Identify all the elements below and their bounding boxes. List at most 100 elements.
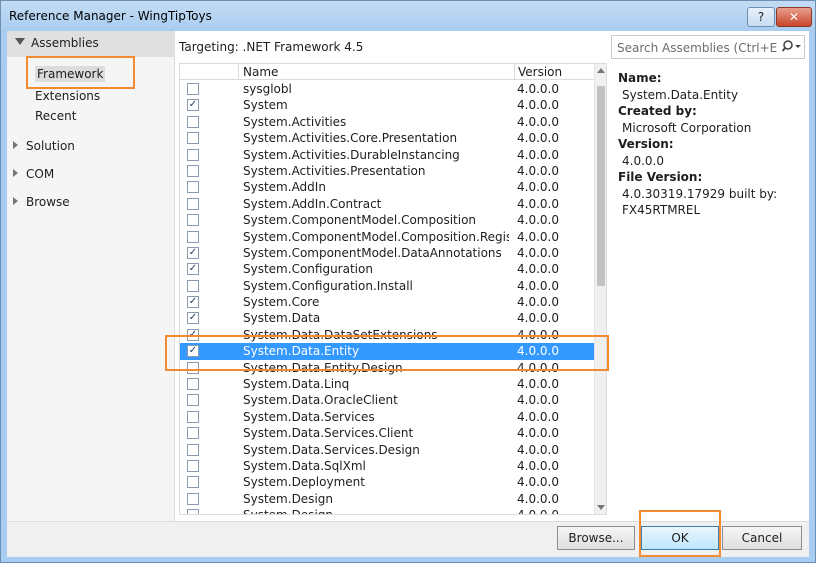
- version-column-header[interactable]: Version: [514, 64, 594, 80]
- check-icon: ✓: [188, 296, 198, 308]
- row-checkbox[interactable]: [187, 181, 199, 194]
- table-row[interactable]: System.Data.OracleClient 4.0.0.0: [180, 392, 594, 408]
- row-checkbox[interactable]: [187, 115, 199, 128]
- row-name: System.ComponentModel.Composition.Regist…: [243, 229, 509, 244]
- table-row[interactable]: ✓ System 4.0.0.0: [180, 97, 594, 113]
- row-name: System.Configuration: [243, 262, 373, 277]
- row-version: 4.0.0.0: [517, 442, 559, 457]
- row-version: 4.0.0.0: [517, 114, 559, 129]
- row-version: 4.0.0.0: [517, 491, 559, 506]
- browse-button[interactable]: Browse...: [557, 526, 635, 550]
- table-row[interactable]: System.Data.Services 4.0.0.0: [180, 409, 594, 425]
- table-row[interactable]: System.Activities.Core.Presentation 4.0.0…: [180, 130, 594, 146]
- row-checkbox[interactable]: [187, 427, 199, 440]
- row-checkbox[interactable]: [187, 476, 199, 489]
- table-row[interactable]: System.Configuration.Install 4.0.0.0: [180, 278, 594, 294]
- row-checkbox[interactable]: [187, 492, 199, 505]
- row-name: System.Activities.DurableInstancing: [243, 147, 460, 162]
- table-row[interactable]: ✓ System.Core 4.0.0.0: [180, 294, 594, 310]
- detail-created-by-label: Created by:: [618, 104, 697, 118]
- check-icon: ✓: [188, 246, 198, 258]
- table-row[interactable]: System.Data.Services.Design 4.0.0.0: [180, 442, 594, 458]
- row-name: System.Data: [243, 311, 321, 326]
- row-name: System.Configuration.Install: [243, 278, 413, 293]
- expand-arrow-icon: [13, 141, 18, 149]
- table-row[interactable]: System.Data.SqlXml 4.0.0.0: [180, 458, 594, 474]
- row-checkbox[interactable]: ✓: [187, 296, 199, 309]
- scroll-up-icon[interactable]: [597, 68, 605, 73]
- row-version: 4.0.0.0: [517, 311, 559, 326]
- row-checkbox[interactable]: [187, 214, 199, 227]
- row-name: System: [243, 98, 288, 113]
- detail-name-value: System.Data.Entity: [622, 87, 739, 102]
- nav-group-label: COM: [26, 167, 55, 181]
- row-checkbox[interactable]: [187, 394, 199, 407]
- row-checkbox[interactable]: [187, 509, 199, 514]
- row-version: 4.0.0.0: [517, 180, 559, 195]
- expand-caret-icon: [15, 38, 25, 45]
- row-checkbox[interactable]: ✓: [187, 312, 199, 325]
- help-button[interactable]: ?: [747, 7, 775, 27]
- table-row[interactable]: ✓ System.Data 4.0.0.0: [180, 310, 594, 326]
- table-row[interactable]: System.Design 4.0.0.0: [180, 491, 594, 507]
- row-version: 4.0.0.0: [517, 262, 559, 277]
- row-checkbox[interactable]: [187, 197, 199, 210]
- row-checkbox[interactable]: ✓: [187, 263, 199, 276]
- nav-group-browse[interactable]: Browse: [13, 195, 70, 209]
- row-version: 4.0.0.0: [517, 295, 559, 310]
- scroll-down-icon[interactable]: [597, 505, 605, 510]
- table-row[interactable]: sysglobl 4.0.0.0: [180, 81, 594, 97]
- row-version: 4.0.0.0: [517, 377, 559, 392]
- row-checkbox[interactable]: [187, 164, 199, 177]
- scroll-thumb[interactable]: [597, 86, 605, 286]
- row-checkbox[interactable]: [187, 83, 199, 95]
- row-version: 4.0.0.0: [517, 426, 559, 441]
- table-row[interactable]: System.Deployment 4.0.0.0: [180, 474, 594, 490]
- expand-arrow-icon: [13, 169, 18, 177]
- row-name: System.ComponentModel.Composition: [243, 213, 477, 228]
- table-row[interactable]: ✓ System.Configuration 4.0.0.0: [180, 261, 594, 277]
- table-row[interactable]: System.Activities.DurableInstancing 4.0.0…: [180, 147, 594, 163]
- cancel-button[interactable]: Cancel: [722, 526, 802, 550]
- row-checkbox[interactable]: [187, 378, 199, 391]
- nav-group-solution[interactable]: Solution: [13, 139, 75, 153]
- search-input[interactable]: Search Assemblies (Ctrl+E): [617, 41, 777, 55]
- table-row[interactable]: System.ComponentModel.Composition.Regist…: [180, 229, 594, 245]
- row-name: System.Activities: [243, 114, 347, 129]
- framework-callout: [26, 56, 135, 89]
- table-row[interactable]: System.AddIn 4.0.0.0: [180, 179, 594, 195]
- table-row[interactable]: System.Activities 4.0.0.0: [180, 114, 594, 130]
- table-row[interactable]: System.Design 4.0.0.0: [180, 507, 594, 514]
- row-version: 4.0.0.0: [517, 213, 559, 228]
- row-version: 4.0.0.0: [517, 393, 559, 408]
- nav-group-com[interactable]: COM: [13, 167, 54, 181]
- nav-assemblies-header[interactable]: Assemblies: [7, 31, 175, 57]
- row-checkbox[interactable]: ✓: [187, 246, 199, 259]
- table-row[interactable]: System.Data.Linq 4.0.0.0: [180, 376, 594, 392]
- row-checkbox[interactable]: [187, 132, 199, 145]
- grid-scrollbar[interactable]: [594, 64, 606, 514]
- row-checkbox[interactable]: [187, 443, 199, 456]
- nav-item-recent[interactable]: Recent: [35, 109, 76, 123]
- check-icon: ✓: [188, 312, 198, 324]
- row-checkbox[interactable]: [187, 230, 199, 243]
- table-row[interactable]: System.Activities.Presentation 4.0.0.0: [180, 163, 594, 179]
- row-checkbox[interactable]: [187, 459, 199, 472]
- row-checkbox[interactable]: [187, 148, 199, 161]
- nav-item-extensions[interactable]: Extensions: [35, 89, 100, 103]
- table-row[interactable]: ✓ System.ComponentModel.DataAnnotations 4.…: [180, 245, 594, 261]
- search-icon[interactable]: [782, 39, 802, 55]
- dialog-client: Assemblies Framework Extensions Recent S…: [7, 31, 809, 557]
- row-checkbox[interactable]: [187, 410, 199, 423]
- close-button[interactable]: ✕: [776, 7, 812, 27]
- search-box[interactable]: Search Assemblies (Ctrl+E): [611, 35, 805, 59]
- row-checkbox[interactable]: ✓: [187, 99, 199, 112]
- table-row[interactable]: System.ComponentModel.Composition 4.0.0.0: [180, 212, 594, 228]
- table-row[interactable]: System.Data.Services.Client 4.0.0.0: [180, 425, 594, 441]
- table-row[interactable]: System.AddIn.Contract 4.0.0.0: [180, 196, 594, 212]
- row-version: 4.0.0.0: [517, 98, 559, 113]
- name-column-header[interactable]: Name: [243, 65, 278, 79]
- row-name: System.Deployment: [243, 475, 365, 490]
- row-checkbox[interactable]: [187, 279, 199, 292]
- detail-name-label: Name:: [618, 71, 662, 85]
